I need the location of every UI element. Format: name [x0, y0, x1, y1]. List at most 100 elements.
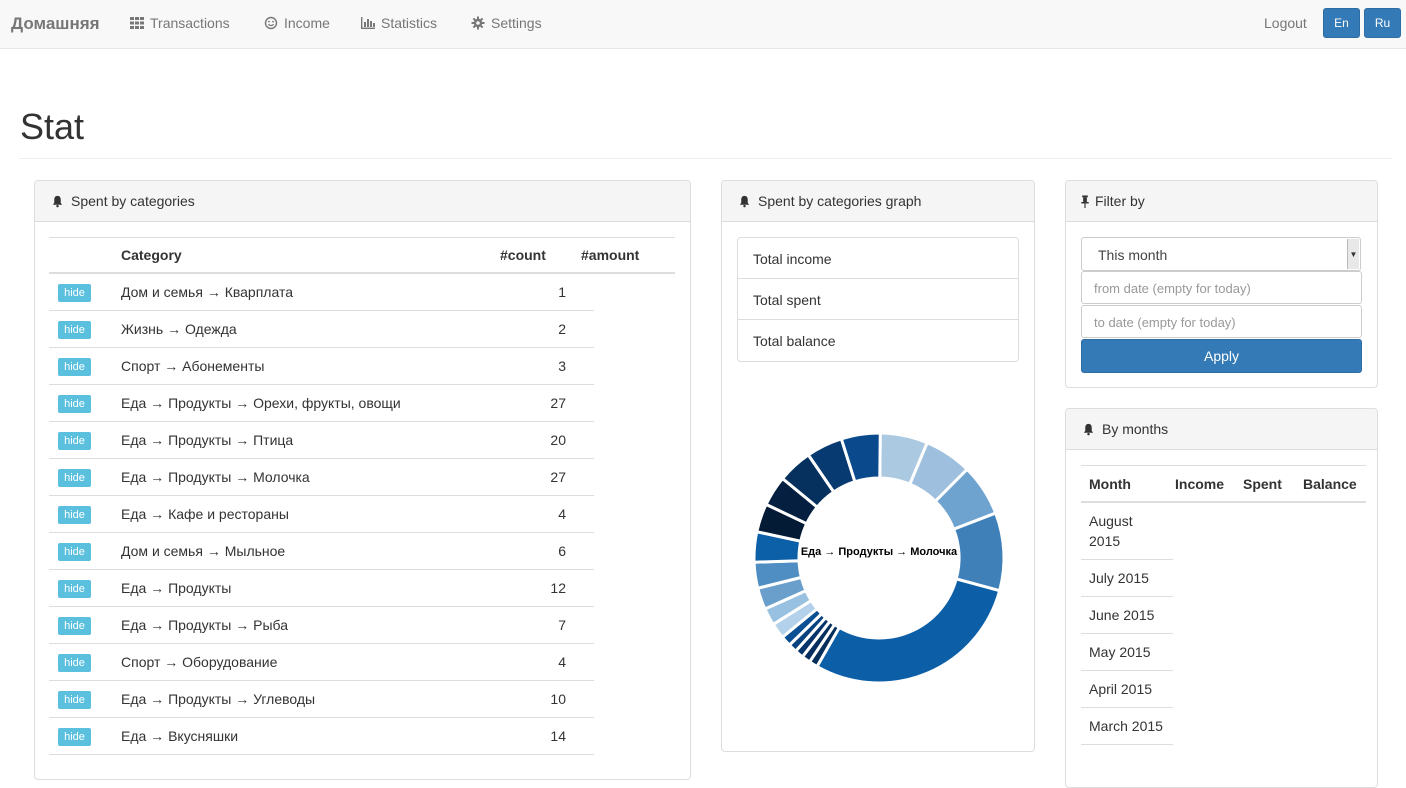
category-name: Дом и семья → Мыльное: [121, 543, 286, 559]
lang-en-button[interactable]: En: [1323, 8, 1360, 38]
category-count: 12: [550, 580, 566, 596]
hide-button[interactable]: hide: [58, 432, 91, 450]
gear-icon: [471, 16, 485, 30]
column-header-income[interactable]: Income: [1175, 476, 1224, 492]
nav-settings-label: Settings: [491, 15, 542, 31]
nav-statistics-label: Statistics: [381, 15, 438, 31]
category-count: 3: [558, 358, 566, 374]
panel-title: Spent by categories graph: [758, 193, 922, 209]
nav-transactions-label: Transactions: [150, 15, 230, 31]
hide-button[interactable]: hide: [58, 617, 91, 635]
category-count: 6: [558, 543, 566, 559]
bell-icon: [739, 195, 750, 207]
panel-title: Spent by categories: [71, 193, 195, 209]
lang-ru-button[interactable]: Ru: [1364, 8, 1401, 38]
table-row: hide Еда → Продукты → Рыба 7: [49, 607, 594, 644]
table-row: August 2015: [1081, 503, 1173, 560]
donut-slice[interactable]: [814, 577, 1002, 685]
hide-button[interactable]: hide: [58, 691, 91, 709]
table-row: hide Еда → Вкусняшки 14: [49, 718, 594, 755]
total-income-row: Total income: [738, 238, 1018, 279]
panel-heading: Spent by categories graph: [722, 181, 1034, 222]
nav-statistics[interactable]: Statistics: [361, 15, 437, 31]
category-count: 2: [558, 321, 566, 337]
hide-button[interactable]: hide: [58, 654, 91, 672]
panel-heading: Spent by categories: [35, 181, 690, 222]
total-spent-row: Total spent: [738, 279, 1018, 320]
category-count: 20: [550, 432, 566, 448]
table-row: hide Еда → Продукты → Птица 20: [49, 422, 594, 459]
table-row: hide Спорт → Абонементы 3: [49, 348, 594, 385]
logout-link[interactable]: Logout: [1264, 15, 1307, 31]
month-name: March 2015: [1089, 718, 1163, 734]
table-header: Category #count #amount: [49, 237, 675, 274]
hide-button[interactable]: hide: [58, 358, 91, 376]
from-date-input[interactable]: from date (empty for today): [1081, 271, 1362, 304]
table-row: hide Жизнь → Одежда 2: [49, 311, 594, 348]
category-count: 1: [558, 284, 566, 300]
filter-panel: Filter by This month ▼ from date (empty …: [1065, 180, 1378, 388]
table-row: hide Еда → Продукты → Молочка 27: [49, 459, 594, 496]
table-row: May 2015: [1081, 634, 1173, 671]
column-header-month[interactable]: Month: [1089, 476, 1131, 492]
month-name: May 2015: [1089, 644, 1151, 660]
category-count: 27: [550, 469, 566, 485]
total-balance-row: Total balance: [738, 320, 1018, 361]
nav-settings[interactable]: Settings: [471, 15, 542, 31]
nav-income[interactable]: Income: [264, 15, 330, 31]
brand-logo[interactable]: Домашняя: [11, 14, 100, 34]
panel-heading: Filter by: [1066, 181, 1377, 222]
total-balance-label: Total balance: [753, 333, 836, 349]
hide-button[interactable]: hide: [58, 321, 91, 339]
hide-button[interactable]: hide: [58, 580, 91, 598]
hide-button[interactable]: hide: [58, 469, 91, 487]
spent-by-categories-panel: Spent by categories Category #count #amo…: [34, 180, 691, 780]
caret-down-icon[interactable]: ▼: [1347, 239, 1359, 269]
table-row: hide Еда → Продукты 12: [49, 570, 594, 607]
nav-income-label: Income: [284, 15, 330, 31]
column-header-category[interactable]: Category: [121, 247, 182, 263]
category-name: Еда → Продукты → Рыба: [121, 617, 288, 633]
category-donut-chart[interactable]: Еда → Продукты → Молочка: [722, 411, 1035, 711]
total-spent-label: Total spent: [753, 292, 821, 308]
table-header: Month Income Spent Balance: [1081, 465, 1366, 503]
apply-button[interactable]: Apply: [1081, 339, 1362, 373]
nav-transactions[interactable]: Transactions: [130, 15, 230, 31]
hide-button[interactable]: hide: [58, 728, 91, 746]
category-name: Еда → Продукты → Птица: [121, 432, 294, 448]
column-header-amount[interactable]: #amount: [581, 247, 639, 263]
column-header-count[interactable]: #count: [500, 247, 546, 263]
month-name: June 2015: [1089, 607, 1155, 623]
panel-title: By months: [1102, 421, 1169, 437]
table-row: April 2015: [1081, 671, 1173, 708]
category-name: Еда → Продукты → Молочка: [121, 469, 310, 485]
hide-button[interactable]: hide: [58, 284, 91, 302]
by-months-panel: By months Month Income Spent Balance Aug…: [1065, 408, 1378, 788]
bar-chart-icon: [361, 17, 375, 29]
table-row: hide Дом и семья → Мыльное 6: [49, 533, 594, 570]
month-name: April 2015: [1089, 681, 1153, 697]
category-count: 7: [558, 617, 566, 633]
table-row: hide Еда → Продукты → Углеводы 10: [49, 681, 594, 718]
page-title: Stat: [20, 106, 85, 147]
category-name: Еда → Кафе и рестораны: [121, 506, 289, 522]
spent-by-categories-graph-panel: Spent by categories graph Total income T…: [721, 180, 1035, 752]
category-name: Еда → Вкусняшки: [121, 728, 239, 744]
totals-table: Total income Total spent Total balance: [737, 237, 1019, 362]
hide-button[interactable]: hide: [58, 506, 91, 524]
column-header-balance[interactable]: Balance: [1303, 476, 1357, 492]
hide-button[interactable]: hide: [58, 395, 91, 413]
category-count: 14: [550, 728, 566, 744]
category-name: Еда → Продукты: [121, 580, 232, 596]
total-income-label: Total income: [753, 251, 832, 267]
category-count: 4: [558, 654, 566, 670]
period-select[interactable]: This month ▼: [1081, 237, 1361, 271]
category-name: Жизнь → Одежда: [121, 321, 237, 337]
hide-button[interactable]: hide: [58, 543, 91, 561]
table-body: hide Дом и семья → Кварплата 1 hide Жизнь → …: [49, 274, 675, 755]
month-name: August 2015: [1089, 513, 1133, 549]
column-header-spent[interactable]: Spent: [1243, 476, 1282, 492]
to-date-input[interactable]: to date (empty for today): [1081, 305, 1362, 338]
table-row: hide Еда → Продукты → Орехи, фрукты, овощ…: [49, 385, 594, 422]
table-row: June 2015: [1081, 597, 1173, 634]
